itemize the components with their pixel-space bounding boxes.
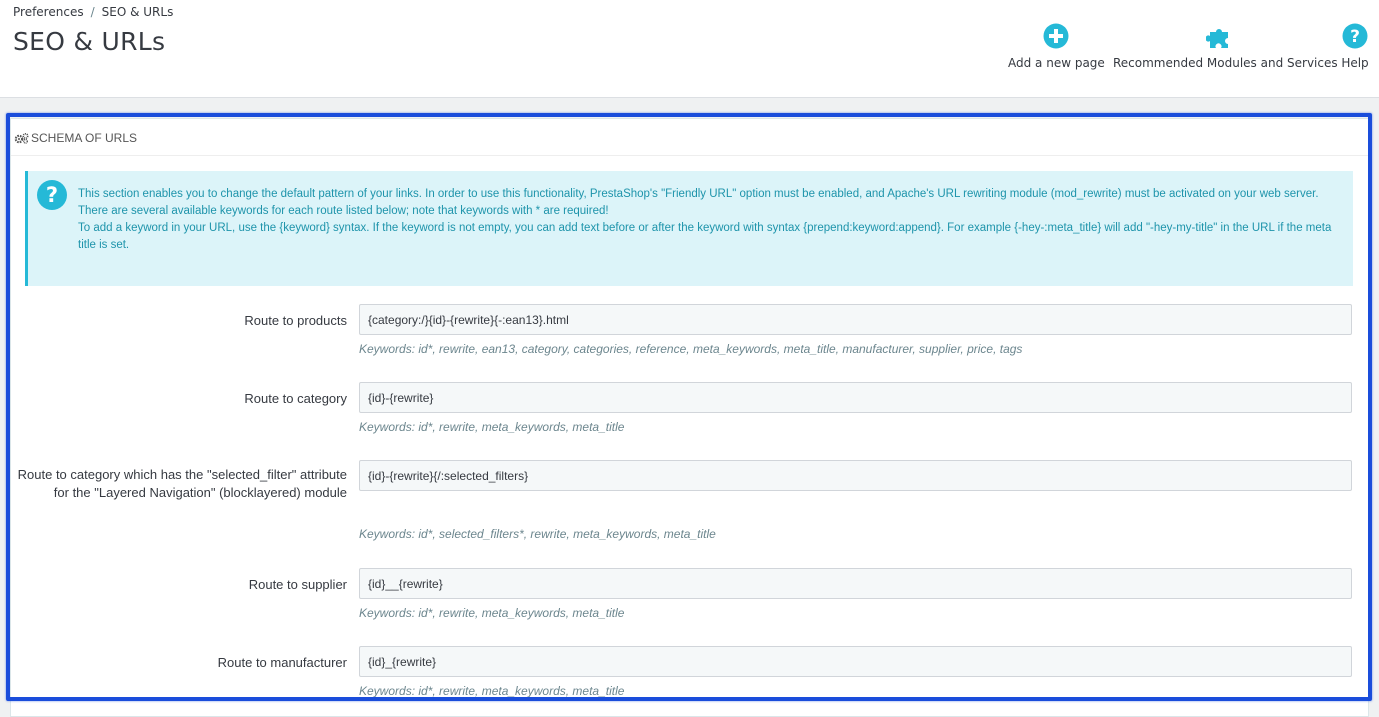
gears-icon <box>14 132 29 144</box>
question-circle-icon: ? <box>1342 23 1368 49</box>
route-category-input[interactable] <box>359 382 1352 413</box>
svg-text:?: ? <box>1350 27 1360 47</box>
help-button[interactable]: ? Help <box>1335 22 1375 70</box>
puzzle-icon <box>1206 29 1228 48</box>
add-new-page-button[interactable]: Add a new page <box>1008 22 1105 70</box>
breadcrumb-separator: / <box>90 5 95 19</box>
schema-of-urls-panel: SCHEMA OF URLS ? This section enables yo… <box>10 118 1369 717</box>
route-category-label: Route to category <box>244 391 347 406</box>
info-line-2: There are several available keywords for… <box>78 205 609 217</box>
info-line-3: To add a keyword in your URL, use the {k… <box>78 222 1332 251</box>
add-new-page-label: Add a new page <box>1008 56 1105 70</box>
svg-text:?: ? <box>46 183 58 207</box>
route-products-input[interactable] <box>359 304 1352 335</box>
route-supplier-keywords: Keywords: id*, rewrite, meta_keywords, m… <box>359 606 625 620</box>
route-manufacturer-input[interactable] <box>359 646 1352 677</box>
route-supplier-input[interactable] <box>359 568 1352 599</box>
breadcrumb-item-preferences[interactable]: Preferences <box>13 5 84 19</box>
page-header: Preferences / SEO & URLs SEO & URLs Add a … <box>0 0 1379 98</box>
panel-title: SCHEMA OF URLS <box>31 131 138 145</box>
route-category-filter-keywords: Keywords: id*, selected_filters*, rewrit… <box>359 527 716 541</box>
recommended-modules-button[interactable]: Recommended Modules and Services <box>1113 22 1338 70</box>
panel-heading: SCHEMA OF URLS <box>11 119 1368 156</box>
info-text: This section enables you to change the d… <box>78 186 1346 254</box>
route-products-label: Route to products <box>244 313 347 328</box>
breadcrumb: Preferences / SEO & URLs <box>13 5 173 19</box>
plus-circle-icon <box>1043 23 1069 49</box>
info-line-1: This section enables you to change the d… <box>78 188 1319 200</box>
route-products-keywords: Keywords: id*, rewrite, ean13, category,… <box>359 342 1023 356</box>
info-alert: ? This section enables you to change the… <box>25 171 1353 286</box>
page-title: SEO & URLs <box>13 27 166 56</box>
question-circle-icon: ? <box>37 180 67 210</box>
help-label: Help <box>1341 56 1369 70</box>
recommended-modules-label: Recommended Modules and Services <box>1113 56 1338 70</box>
route-manufacturer-label: Route to manufacturer <box>217 655 347 670</box>
route-supplier-label: Route to supplier <box>248 577 347 592</box>
route-category-keywords: Keywords: id*, rewrite, meta_keywords, m… <box>359 420 625 434</box>
breadcrumb-item-seo-urls[interactable]: SEO & URLs <box>102 5 174 19</box>
route-manufacturer-keywords: Keywords: id*, rewrite, meta_keywords, m… <box>359 684 625 698</box>
route-category-filter-label: Route to category which has the "selecte… <box>17 467 347 500</box>
route-category-filter-input[interactable] <box>359 460 1352 491</box>
